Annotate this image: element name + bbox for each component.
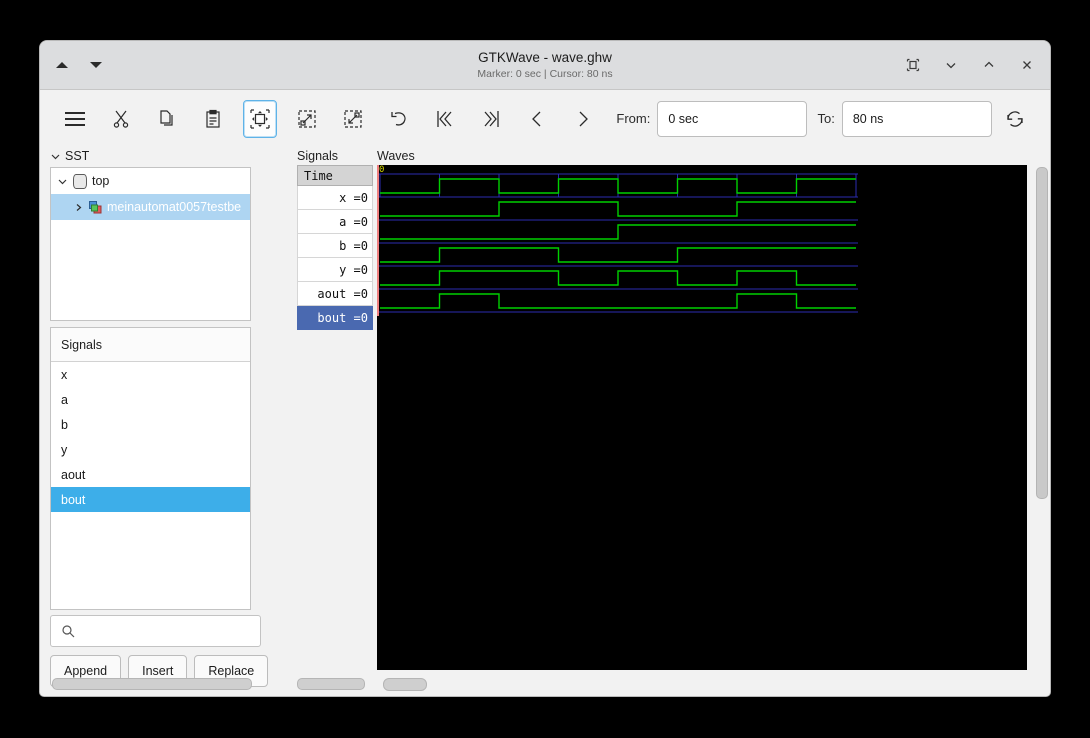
signal-names-header: Signals — [297, 149, 338, 163]
triangle-down-icon[interactable] — [90, 62, 102, 68]
chevron-down-icon — [51, 154, 60, 159]
sst-header-label: SST — [65, 149, 90, 163]
restore-window-button[interactable] — [904, 56, 922, 74]
paste-icon[interactable] — [197, 101, 229, 137]
signals-list-header: Signals — [51, 328, 250, 362]
signal-names-list: Time x =0 a =0 b =0 y =0 aout =0 bout =0 — [297, 165, 373, 330]
signal-name-row[interactable]: y =0 — [297, 258, 373, 282]
scrollbar-thumb[interactable] — [297, 678, 365, 690]
sst-header[interactable]: SST — [48, 147, 296, 165]
left-panel: SST top meinautomat0057testbe Signals x … — [48, 147, 296, 696]
chevron-right-icon — [76, 203, 82, 211]
chevron-down-icon — [58, 179, 67, 184]
to-input[interactable]: 80 ns — [841, 100, 992, 137]
signal-name-row[interactable]: a =0 — [297, 210, 373, 234]
next-edge-icon[interactable] — [567, 101, 599, 137]
waveform-svg — [377, 165, 858, 316]
signal-name-row[interactable]: aout =0 — [297, 282, 373, 306]
goto-end-icon[interactable] — [475, 101, 507, 137]
tree-node-meinautomat[interactable]: meinautomat0057testbe — [51, 194, 250, 220]
to-label: To: — [817, 111, 835, 126]
minimize-window-button[interactable] — [942, 56, 960, 74]
undo-icon[interactable] — [383, 101, 415, 137]
maximize-window-button[interactable] — [980, 56, 998, 74]
signals-list-panel: Signals x a b y aout bout — [50, 327, 251, 610]
zoom-in-icon[interactable] — [291, 101, 323, 137]
module-icon — [73, 173, 87, 189]
list-item[interactable]: bout — [51, 487, 250, 512]
signal-names-column: Signals Time x =0 a =0 b =0 y =0 aout =0… — [297, 147, 373, 696]
main-toolbar: From: 0 sec To: 80 ns — [40, 90, 1050, 148]
scrollbar-thumb[interactable] — [383, 678, 427, 691]
title-bar-text: GTKWave - wave.ghw Marker: 0 sec | Curso… — [40, 41, 1050, 89]
list-item[interactable]: b — [51, 412, 250, 437]
instance-icon — [89, 200, 102, 214]
list-item[interactable]: x — [51, 362, 250, 387]
hamburger-menu-icon[interactable] — [59, 101, 91, 137]
title-bar: GTKWave - wave.ghw Marker: 0 sec | Curso… — [40, 41, 1050, 90]
signal-name-row[interactable]: bout =0 — [297, 306, 373, 330]
waves-column: Waves 0 — [377, 147, 1050, 696]
left-horizontal-scrollbar[interactable] — [52, 678, 252, 690]
waves-vertical-scrollbar[interactable] — [1034, 165, 1048, 670]
search-icon — [62, 625, 75, 638]
scrollbar-thumb[interactable] — [1036, 167, 1048, 499]
from-input[interactable]: 0 sec — [657, 100, 808, 137]
zoom-fit-icon[interactable] — [243, 99, 278, 138]
triangle-up-icon[interactable] — [56, 62, 68, 68]
waves-horizontal-scrollbar[interactable] — [377, 678, 1050, 692]
goto-start-icon[interactable] — [429, 101, 461, 137]
scrollbar-thumb[interactable] — [52, 678, 252, 690]
gtkwave-window: GTKWave - wave.ghw Marker: 0 sec | Curso… — [40, 41, 1050, 696]
window-controls — [904, 41, 1036, 89]
main-body: SST top meinautomat0057testbe Signals x … — [40, 147, 1050, 696]
signal-name-row[interactable]: x =0 — [297, 186, 373, 210]
waveform-canvas[interactable]: 0 — [377, 165, 1027, 670]
reload-icon[interactable] — [999, 101, 1031, 137]
names-horizontal-scrollbar[interactable] — [297, 678, 373, 690]
title-bar-nav — [56, 41, 102, 89]
zoom-out-icon[interactable] — [337, 101, 369, 137]
tree-node-label: meinautomat0057testbe — [107, 200, 242, 214]
close-window-button[interactable] — [1018, 56, 1036, 74]
search-input[interactable] — [50, 615, 261, 647]
tree-node-top[interactable]: top — [51, 168, 250, 194]
time-header: Time — [297, 165, 373, 186]
marker-cursor-status: Marker: 0 sec | Cursor: 80 ns — [477, 67, 613, 80]
waves-header: Waves — [377, 149, 415, 163]
list-item[interactable]: aout — [51, 462, 250, 487]
list-item[interactable]: a — [51, 387, 250, 412]
prev-edge-icon[interactable] — [521, 101, 553, 137]
tree-node-label: top — [92, 174, 110, 188]
signal-name-row[interactable]: b =0 — [297, 234, 373, 258]
cut-icon[interactable] — [105, 101, 137, 137]
time-origin-label: 0 — [379, 165, 385, 175]
window-title: GTKWave - wave.ghw — [478, 49, 612, 65]
from-label: From: — [616, 111, 651, 126]
sst-tree[interactable]: top meinautomat0057testbe — [50, 167, 251, 321]
copy-icon[interactable] — [151, 101, 183, 137]
list-item[interactable]: y — [51, 437, 250, 462]
